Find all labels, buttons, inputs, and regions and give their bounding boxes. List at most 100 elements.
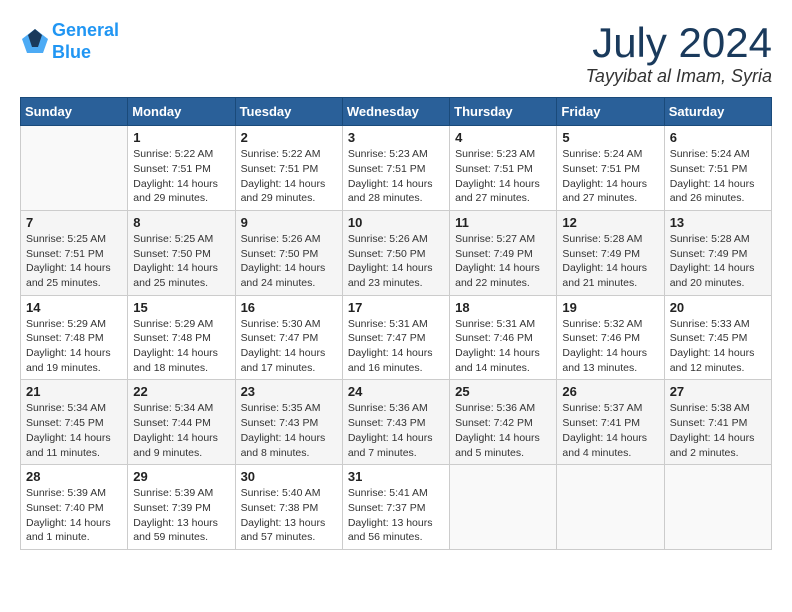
calendar-day-7: 7 Sunrise: 5:25 AM Sunset: 7:51 PM Daylig… (21, 210, 128, 295)
calendar-day-31: 31Sunrise: 5:41 AM Sunset: 7:37 PM Dayli… (342, 465, 449, 550)
weekday-header-row: SundayMondayTuesdayWednesdayThursdayFrid… (21, 98, 772, 126)
day-info: Sunrise: 5:38 AM Sunset: 7:41 PM Dayligh… (670, 401, 766, 460)
day-number: 12 (562, 215, 658, 230)
calendar-day-21: 21Sunrise: 5:34 AM Sunset: 7:45 PM Dayli… (21, 380, 128, 465)
calendar-week-row: 1 Sunrise: 5:22 AM Sunset: 7:51 PM Daylig… (21, 126, 772, 211)
logo-icon (20, 27, 50, 57)
weekday-header-wednesday: Wednesday (342, 98, 449, 126)
day-number: 28 (26, 469, 122, 484)
day-info: Sunrise: 5:26 AM Sunset: 7:50 PM Dayligh… (241, 232, 337, 291)
page-header: General Blue July 2024 Tayyibat al Imam,… (20, 20, 772, 87)
calendar-day-empty (450, 465, 557, 550)
calendar-day-18: 18 Sunrise: 5:31 AM Sunset: 7:46 PM Dayli… (450, 295, 557, 380)
day-number: 30 (241, 469, 337, 484)
day-number: 15 (133, 300, 229, 315)
day-number: 21 (26, 384, 122, 399)
calendar-day-28: 28 Sunrise: 5:39 AM Sunset: 7:40 PM Dayli… (21, 465, 128, 550)
day-info: Sunrise: 5:27 AM Sunset: 7:49 PM Dayligh… (455, 232, 551, 291)
day-number: 1 (133, 130, 229, 145)
day-number: 19 (562, 300, 658, 315)
calendar-day-26: 26 Sunrise: 5:37 AM Sunset: 7:41 PM Dayli… (557, 380, 664, 465)
day-info: Sunrise: 5:29 AM Sunset: 7:48 PM Dayligh… (133, 317, 229, 376)
day-number: 5 (562, 130, 658, 145)
calendar-week-row: 7 Sunrise: 5:25 AM Sunset: 7:51 PM Daylig… (21, 210, 772, 295)
day-info: Sunrise: 5:36 AM Sunset: 7:42 PM Dayligh… (455, 401, 551, 460)
day-info: Sunrise: 5:26 AM Sunset: 7:50 PM Dayligh… (348, 232, 444, 291)
logo-text: General Blue (52, 20, 119, 63)
calendar-day-24: 24Sunrise: 5:36 AM Sunset: 7:43 PM Dayli… (342, 380, 449, 465)
calendar-day-4: 4Sunrise: 5:23 AM Sunset: 7:51 PM Daylig… (450, 126, 557, 211)
calendar-day-1: 1 Sunrise: 5:22 AM Sunset: 7:51 PM Daylig… (128, 126, 235, 211)
day-number: 9 (241, 215, 337, 230)
calendar-day-14: 14 Sunrise: 5:29 AM Sunset: 7:48 PM Dayli… (21, 295, 128, 380)
calendar-day-17: 17 Sunrise: 5:31 AM Sunset: 7:47 PM Dayli… (342, 295, 449, 380)
day-info: Sunrise: 5:37 AM Sunset: 7:41 PM Dayligh… (562, 401, 658, 460)
day-info: Sunrise: 5:39 AM Sunset: 7:39 PM Dayligh… (133, 486, 229, 545)
weekday-header-sunday: Sunday (21, 98, 128, 126)
calendar-week-row: 21Sunrise: 5:34 AM Sunset: 7:45 PM Dayli… (21, 380, 772, 465)
calendar-day-30: 30 Sunrise: 5:40 AM Sunset: 7:38 PM Dayli… (235, 465, 342, 550)
day-info: Sunrise: 5:25 AM Sunset: 7:51 PM Dayligh… (26, 232, 122, 291)
day-info: Sunrise: 5:30 AM Sunset: 7:47 PM Dayligh… (241, 317, 337, 376)
calendar-week-row: 14 Sunrise: 5:29 AM Sunset: 7:48 PM Dayli… (21, 295, 772, 380)
calendar-day-20: 20 Sunrise: 5:33 AM Sunset: 7:45 PM Dayli… (664, 295, 771, 380)
day-number: 18 (455, 300, 551, 315)
day-info: Sunrise: 5:28 AM Sunset: 7:49 PM Dayligh… (670, 232, 766, 291)
weekday-header-monday: Monday (128, 98, 235, 126)
day-info: Sunrise: 5:24 AM Sunset: 7:51 PM Dayligh… (670, 147, 766, 206)
day-number: 14 (26, 300, 122, 315)
calendar-day-9: 9 Sunrise: 5:26 AM Sunset: 7:50 PM Daylig… (235, 210, 342, 295)
day-number: 22 (133, 384, 229, 399)
location-title: Tayyibat al Imam, Syria (586, 66, 772, 87)
day-info: Sunrise: 5:25 AM Sunset: 7:50 PM Dayligh… (133, 232, 229, 291)
calendar-day-empty (557, 465, 664, 550)
month-title: July 2024 (586, 20, 772, 66)
day-info: Sunrise: 5:31 AM Sunset: 7:47 PM Dayligh… (348, 317, 444, 376)
calendar-day-2: 2 Sunrise: 5:22 AM Sunset: 7:51 PM Daylig… (235, 126, 342, 211)
weekday-header-tuesday: Tuesday (235, 98, 342, 126)
day-number: 16 (241, 300, 337, 315)
day-number: 3 (348, 130, 444, 145)
day-number: 17 (348, 300, 444, 315)
day-number: 11 (455, 215, 551, 230)
day-info: Sunrise: 5:22 AM Sunset: 7:51 PM Dayligh… (241, 147, 337, 206)
day-info: Sunrise: 5:34 AM Sunset: 7:44 PM Dayligh… (133, 401, 229, 460)
logo-line2: Blue (52, 42, 91, 62)
day-info: Sunrise: 5:29 AM Sunset: 7:48 PM Dayligh… (26, 317, 122, 376)
day-number: 25 (455, 384, 551, 399)
calendar-day-10: 10Sunrise: 5:26 AM Sunset: 7:50 PM Dayli… (342, 210, 449, 295)
calendar-day-19: 19 Sunrise: 5:32 AM Sunset: 7:46 PM Dayli… (557, 295, 664, 380)
logo: General Blue (20, 20, 119, 63)
calendar-day-29: 29Sunrise: 5:39 AM Sunset: 7:39 PM Dayli… (128, 465, 235, 550)
calendar-day-8: 8 Sunrise: 5:25 AM Sunset: 7:50 PM Daylig… (128, 210, 235, 295)
calendar-day-empty (664, 465, 771, 550)
calendar-week-row: 28 Sunrise: 5:39 AM Sunset: 7:40 PM Dayli… (21, 465, 772, 550)
day-info: Sunrise: 5:31 AM Sunset: 7:46 PM Dayligh… (455, 317, 551, 376)
day-info: Sunrise: 5:33 AM Sunset: 7:45 PM Dayligh… (670, 317, 766, 376)
day-number: 20 (670, 300, 766, 315)
day-number: 13 (670, 215, 766, 230)
calendar-day-15: 15 Sunrise: 5:29 AM Sunset: 7:48 PM Dayli… (128, 295, 235, 380)
day-number: 2 (241, 130, 337, 145)
calendar-day-16: 16 Sunrise: 5:30 AM Sunset: 7:47 PM Dayli… (235, 295, 342, 380)
calendar-day-12: 12Sunrise: 5:28 AM Sunset: 7:49 PM Dayli… (557, 210, 664, 295)
day-info: Sunrise: 5:40 AM Sunset: 7:38 PM Dayligh… (241, 486, 337, 545)
day-info: Sunrise: 5:22 AM Sunset: 7:51 PM Dayligh… (133, 147, 229, 206)
calendar-day-23: 23Sunrise: 5:35 AM Sunset: 7:43 PM Dayli… (235, 380, 342, 465)
day-info: Sunrise: 5:32 AM Sunset: 7:46 PM Dayligh… (562, 317, 658, 376)
day-info: Sunrise: 5:24 AM Sunset: 7:51 PM Dayligh… (562, 147, 658, 206)
calendar-day-22: 22 Sunrise: 5:34 AM Sunset: 7:44 PM Dayli… (128, 380, 235, 465)
day-info: Sunrise: 5:36 AM Sunset: 7:43 PM Dayligh… (348, 401, 444, 460)
calendar-day-27: 27 Sunrise: 5:38 AM Sunset: 7:41 PM Dayli… (664, 380, 771, 465)
calendar-day-11: 11 Sunrise: 5:27 AM Sunset: 7:49 PM Dayli… (450, 210, 557, 295)
day-number: 6 (670, 130, 766, 145)
day-number: 27 (670, 384, 766, 399)
day-number: 4 (455, 130, 551, 145)
day-number: 26 (562, 384, 658, 399)
logo-line1: General (52, 20, 119, 40)
day-number: 7 (26, 215, 122, 230)
day-info: Sunrise: 5:41 AM Sunset: 7:37 PM Dayligh… (348, 486, 444, 545)
calendar-day-5: 5 Sunrise: 5:24 AM Sunset: 7:51 PM Daylig… (557, 126, 664, 211)
day-number: 8 (133, 215, 229, 230)
day-info: Sunrise: 5:39 AM Sunset: 7:40 PM Dayligh… (26, 486, 122, 545)
